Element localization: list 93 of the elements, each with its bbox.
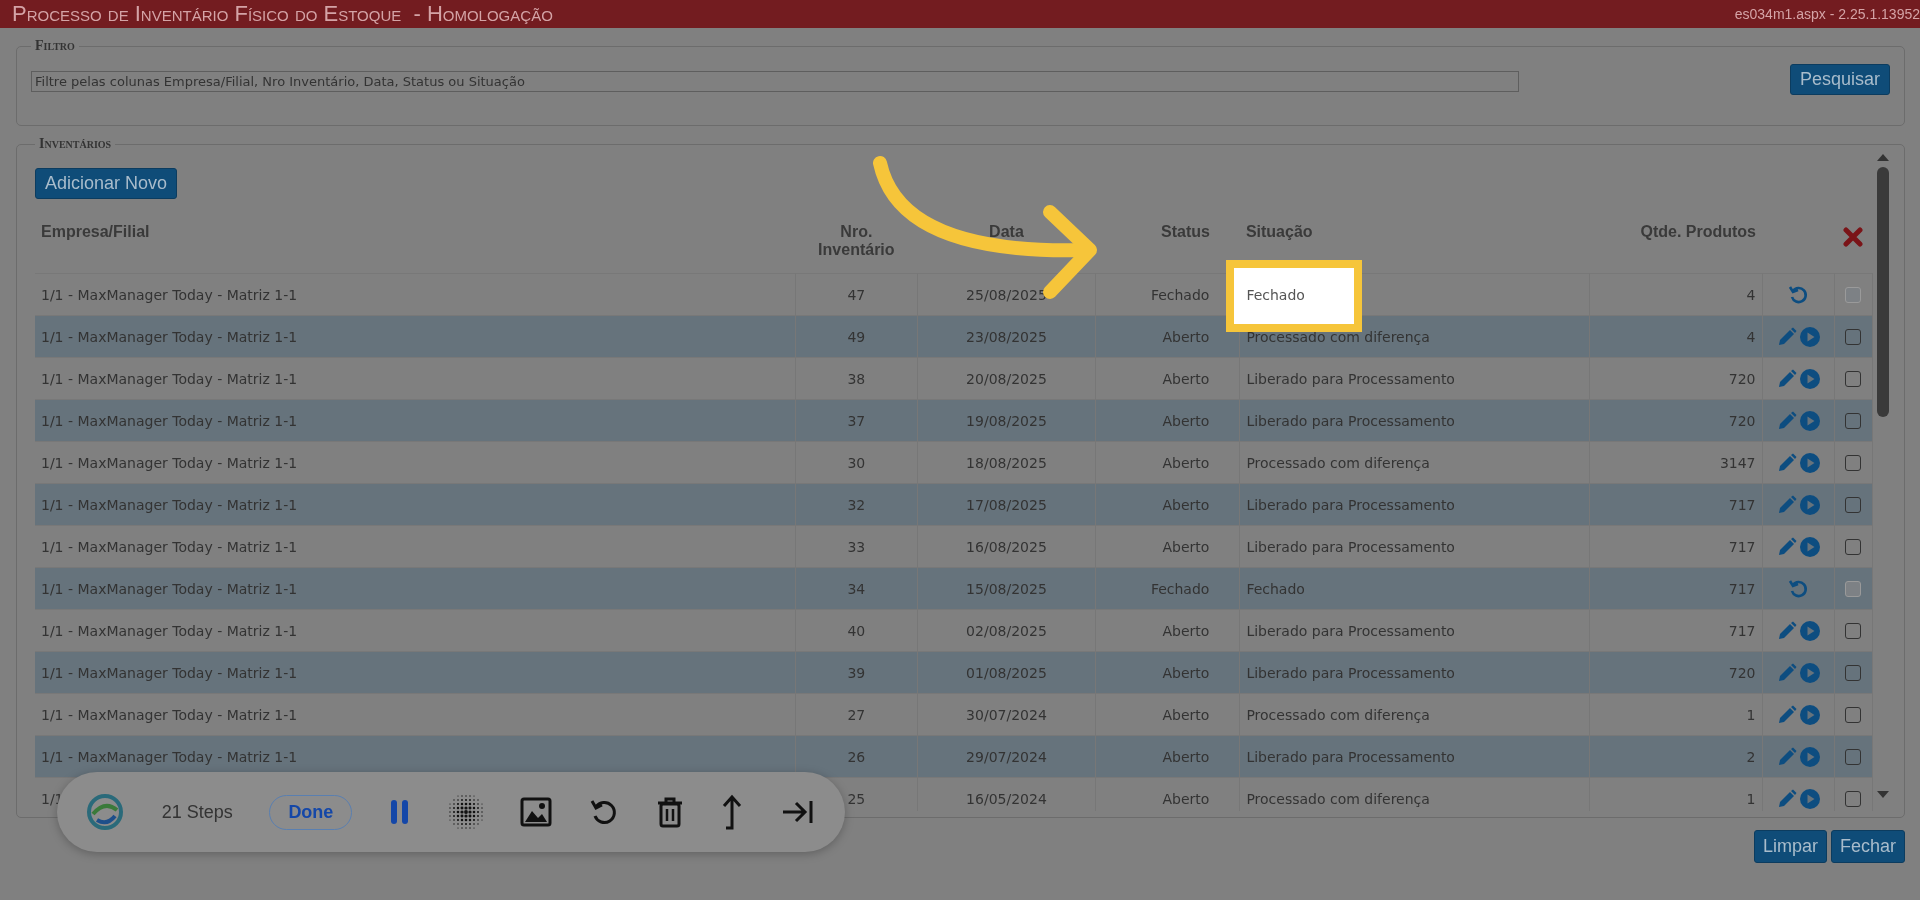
table-cell: Processado com diferença [1239,777,1590,811]
table-cell: 720 [1589,399,1762,442]
table-cell: 37 [795,399,918,442]
column-header[interactable]: Status [1095,211,1240,274]
table-cell: 2 [1589,735,1762,778]
row-checkbox[interactable] [1845,623,1862,639]
table-cell: 717 [1589,483,1762,526]
blur-icon[interactable] [447,794,484,830]
play-icon[interactable] [1799,746,1820,767]
table-cell: 39 [795,651,918,694]
row-checkbox[interactable] [1845,329,1862,345]
pencil-icon[interactable] [1776,788,1797,809]
table-cell: Aberto [1095,399,1240,442]
pencil-icon[interactable] [1776,620,1797,641]
logo-icon [85,792,125,832]
column-header[interactable]: Empresa/Filial [35,211,796,274]
table-cell: 720 [1589,651,1762,694]
close-button[interactable]: Fechar [1830,830,1905,863]
table-cell: 49 [795,315,918,358]
play-icon[interactable] [1799,704,1820,725]
row-checkbox[interactable] [1845,707,1862,723]
row-checkbox[interactable] [1845,497,1862,513]
row-checkbox[interactable] [1845,665,1862,681]
table-cell: Aberto [1095,483,1240,526]
pencil-icon[interactable] [1776,704,1797,725]
play-icon[interactable] [1799,326,1820,347]
table-cell: 1/1 - MaxManager Today - Matriz 1-1 [35,651,796,694]
table-cell: 34 [795,567,918,610]
play-icon[interactable] [1799,368,1820,389]
table-cell: 23/08/2025 [917,315,1096,358]
delete-icon[interactable] [1843,227,1864,247]
column-header[interactable]: Nro. Inventário [795,211,918,274]
pencil-icon[interactable] [1776,326,1797,347]
column-header[interactable]: Situação [1239,211,1590,274]
inventories-legend: Inventários [35,136,116,152]
pencil-icon[interactable] [1776,452,1797,473]
row-checkbox[interactable] [1845,371,1862,387]
row-checkbox[interactable] [1845,539,1862,555]
play-icon[interactable] [1799,620,1820,641]
window-title: Processo de Inventário Físico do Estoque - Homologação [12,1,553,27]
pencil-icon[interactable] [1776,746,1797,767]
table-cell: Aberto [1095,651,1240,694]
table-cell: 1 [1589,777,1762,811]
play-icon[interactable] [1799,410,1820,431]
table-cell: 1/1 - MaxManager Today - Matriz 1-1 [35,483,796,526]
table-cell: 29/07/2024 [917,735,1096,778]
table-cell: Fechado [1095,567,1240,610]
column-header[interactable]: Data [917,211,1096,274]
table-cell: 4 [1589,315,1762,358]
table-cell: 32 [795,483,918,526]
table-cell: 1/1 - MaxManager Today - Matriz 1-1 [35,399,796,442]
play-icon[interactable] [1799,452,1820,473]
table-cell: Aberto [1095,315,1240,358]
table-cell: 15/08/2025 [917,567,1096,610]
table-cell: Liberado para Processamento [1239,735,1590,778]
table-cell: 19/08/2025 [917,399,1096,442]
row-checkbox[interactable] [1845,455,1862,471]
row-checkbox[interactable] [1845,413,1862,429]
table-cell: Fechado [1239,567,1590,610]
pencil-icon[interactable] [1776,536,1797,557]
pencil-icon[interactable] [1776,494,1797,515]
table-cell: 17/08/2025 [917,483,1096,526]
table-cell: Aberto [1095,735,1240,778]
image-icon[interactable] [520,797,553,827]
table-cell: 1/1 - MaxManager Today - Matriz 1-1 [35,567,796,610]
pencil-icon[interactable] [1776,410,1797,431]
table-cell: 26 [795,735,918,778]
table-cell: Aberto [1095,777,1240,811]
table-cell: Liberado para Processamento [1239,483,1590,526]
add-new-button[interactable]: Adicionar Novo [35,168,178,199]
table-cell: Liberado para Processamento [1239,651,1590,694]
play-icon[interactable] [1799,662,1820,683]
filter-field[interactable]: Filtre pelas colunas Empresa/Filial, Nro Inventário, Data, Status ou Situação [31,71,1519,92]
play-icon[interactable] [1799,494,1820,515]
row-checkbox[interactable] [1845,749,1862,765]
table-cell: 16/05/2024 [917,777,1096,811]
table-cell: 1/1 - MaxManager Today - Matriz 1-1 [35,315,796,358]
version-label: es034m1.aspx - 2.25.1.13952 [1734,6,1920,22]
skip-to-end-icon[interactable] [780,799,815,825]
clear-button[interactable]: Limpar [1753,830,1827,863]
table-cell: Liberado para Processamento [1239,399,1590,442]
play-icon[interactable] [1799,788,1820,809]
pencil-icon[interactable] [1776,368,1797,389]
column-header[interactable]: Qtde. Produtos [1589,211,1762,274]
filter-legend: Filtro [31,38,79,54]
row-checkbox[interactable] [1845,791,1862,807]
play-icon[interactable] [1799,536,1820,557]
pencil-icon[interactable] [1776,662,1797,683]
search-button[interactable]: Pesquisar [1789,64,1890,95]
table-cell: 01/08/2025 [917,651,1096,694]
steps-count: 21 Steps [161,801,233,823]
table-cell: 717 [1589,567,1762,610]
trash-icon[interactable] [655,796,684,828]
